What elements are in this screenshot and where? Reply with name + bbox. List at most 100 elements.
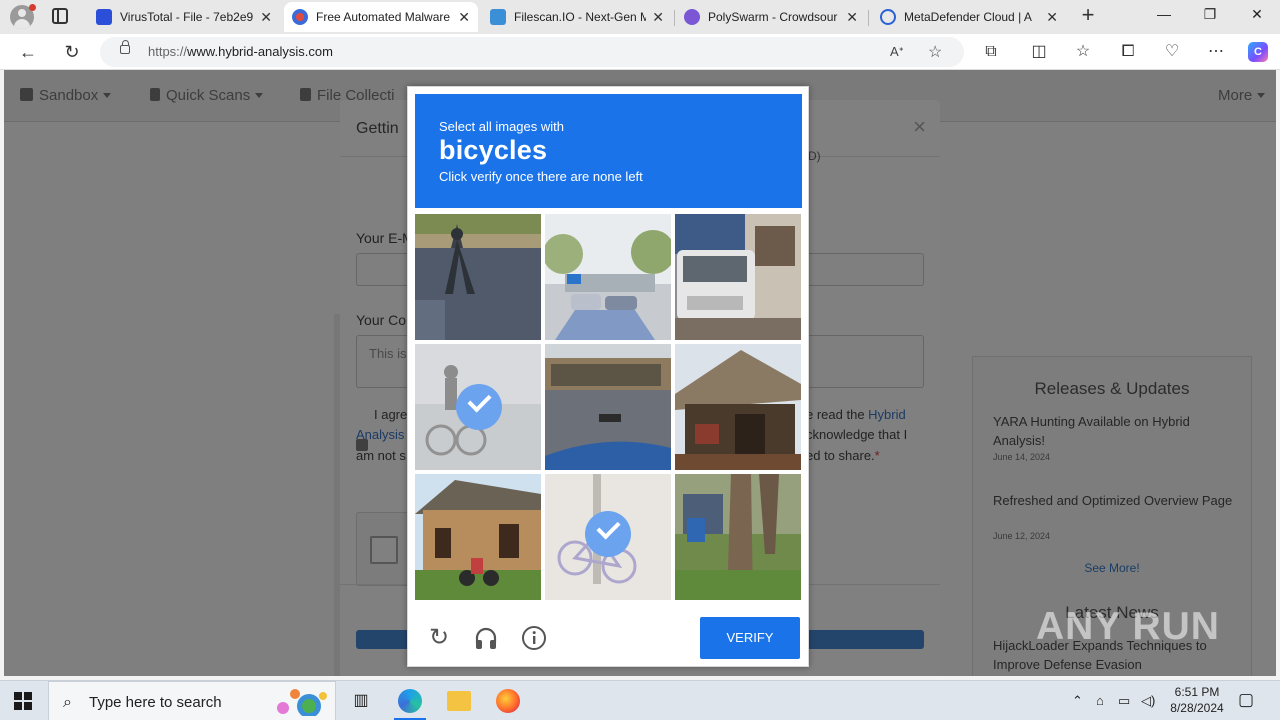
challenge-prompt: Select all images with [439,119,564,134]
favorites-icon[interactable]: ☆ [1073,42,1093,62]
taskbar-search-box[interactable]: ⌕ Type here to search [48,681,336,720]
notifications-icon[interactable]: ▢ [1238,690,1254,710]
headphones-icon[interactable] [473,625,499,651]
clock-time: 6:51 PM [1174,685,1220,699]
consent-text-right-2: cknowledge that I [806,427,908,442]
nav-quick-scans[interactable]: Quick Scans [150,87,264,104]
copilot-icon[interactable]: C [1248,42,1268,62]
info-icon[interactable] [521,625,547,651]
tray-device-icon[interactable]: ⌂ [1096,693,1104,708]
chevron-down-icon [1257,93,1266,98]
tab-filescan[interactable]: Filescan.IO - Next-Gen M ✕ [482,4,672,30]
browser-essentials-icon[interactable]: ♡ [1162,42,1182,62]
chevron-down-icon [255,93,264,98]
close-tab-icon[interactable]: ✕ [652,9,664,26]
tray-overflow-icon[interactable]: ⌃ [1072,693,1083,709]
tab-hybrid-analysis[interactable]: Free Automated Malware ✕ [284,2,478,32]
metadefender-icon [880,9,896,25]
close-window-button[interactable]: ✕ [1234,6,1280,23]
email-label: Your E-M [356,230,414,246]
release-item-link[interactable]: Refreshed and Optimized Overview Page [993,491,1233,510]
lock-icon[interactable] [120,40,130,54]
release-item-date: June 12, 2024 [993,531,1051,541]
minimize-button[interactable]: — [1141,6,1187,22]
challenge-object: bicycles [439,135,548,165]
address-bar[interactable]: https://www.hybrid-analysis.com Aᐩ ☆ [100,37,964,67]
file-icon [150,88,160,101]
close-tab-icon[interactable]: ✕ [846,9,858,26]
consent-text-right-3: ed to share.* [806,448,880,463]
edge-taskbar-icon[interactable] [398,689,422,713]
windows-start-icon[interactable] [14,692,32,710]
tab-polyswarm[interactable]: PolySwarm - Crowdsour ✕ [676,4,866,30]
close-tab-icon[interactable]: ✕ [260,9,272,26]
tile-image [675,214,801,340]
captcha-tile-parking-lot-with-cars[interactable] [545,214,671,340]
extensions-icon[interactable]: ⧉ [981,42,1001,62]
comment-placeholder: This is [369,346,407,361]
consent-text-start: I agre [374,407,408,422]
challenge-header: Select all images with bicycles Click ve… [415,94,802,208]
search-icon: ⌕ [63,694,72,711]
browser-tab-strip: VirusTotal - File - 7eb2e9 ✕ Free Automa… [0,0,1280,34]
captcha-tile-shadow-on-pavement[interactable] [415,214,541,340]
tile-image [415,214,541,340]
tile-image [675,474,801,600]
anyrun-watermark: ANY RUN [1036,605,1220,648]
read-aloud-icon[interactable]: Aᐩ [890,44,904,60]
captcha-checkbox[interactable] [370,536,398,564]
releases-title: Releases & Updates [1034,379,1190,398]
captcha-tile-mud-house-with-motorbike[interactable] [415,474,541,600]
close-icon[interactable]: × [913,114,926,140]
tile-image [545,344,671,470]
reload-button[interactable]: ↻ [60,40,84,64]
back-button[interactable]: ← [16,40,40,64]
close-tab-icon[interactable]: ✕ [458,9,470,26]
verify-button[interactable]: VERIFY [700,617,800,659]
tab-virustotal[interactable]: VirusTotal - File - 7eb2e9 ✕ [88,4,280,30]
consent-link-analysis[interactable]: Analysis [356,425,404,445]
address-toolbar: ← ↻ https://www.hybrid-analysis.com Aᐩ ☆… [0,34,1280,70]
hybrid-analysis-icon [292,9,308,25]
taskbar-clock[interactable]: 6:51 PM 8/28/2024 [1164,684,1230,716]
tab-actions-icon[interactable] [52,8,68,24]
captcha-tile-blue-car-hood[interactable] [545,344,671,470]
close-tab-icon[interactable]: ✕ [1046,9,1058,26]
nav-sandbox[interactable]: Sandbox [20,87,112,104]
settings-menu-icon[interactable]: ⋯ [1206,42,1226,62]
search-placeholder: Type here to search [89,694,222,711]
required-mark: * [874,448,880,463]
captcha-tile-tree-trunk[interactable] [675,474,801,600]
hybrid-link[interactable]: Hybrid [868,407,906,422]
release-item-link[interactable]: YARA Hunting Available on Hybrid Analysi… [993,412,1233,450]
collections-icon[interactable]: ⧠ [1118,42,1138,62]
volume-icon[interactable]: ◁) [1141,693,1155,709]
restore-button[interactable]: ❐ [1187,6,1233,23]
nav-more[interactable]: More [1218,87,1266,104]
network-icon[interactable]: ▭ [1118,693,1130,709]
new-tab-button[interactable]: + [1076,4,1100,28]
split-screen-icon[interactable]: ◫ [1029,42,1049,62]
task-view-icon[interactable]: ▥ [349,689,373,713]
virustotal-icon [96,9,112,25]
captcha-tile-white-truck[interactable] [675,214,801,340]
polyswarm-icon [684,9,700,25]
search-highlight-icon [269,688,329,718]
notification-dot [29,4,36,11]
file-explorer-icon[interactable] [447,691,471,711]
captcha-tile-open-shelter[interactable] [675,344,801,470]
refresh-icon[interactable]: ↻ [426,625,452,651]
url-text[interactable]: https://www.hybrid-analysis.com [148,44,333,59]
see-more-link[interactable]: See More! [973,561,1251,575]
modal-title: Gettin [356,120,399,137]
captcha-challenge: Select all images with bicycles Click ve… [407,86,809,667]
tile-image [545,214,671,340]
filescan-icon [490,9,506,25]
cube-icon [20,88,33,101]
challenge-instruction: Click verify once there are none left [439,169,643,184]
consent-text-line3: am not s [356,448,406,463]
firefox-icon[interactable] [496,689,520,713]
tab-metadefender[interactable]: MetaDefender Cloud | A ✕ [872,4,1066,30]
tab-separator [868,10,869,26]
favorite-star-icon[interactable]: ☆ [928,42,942,62]
